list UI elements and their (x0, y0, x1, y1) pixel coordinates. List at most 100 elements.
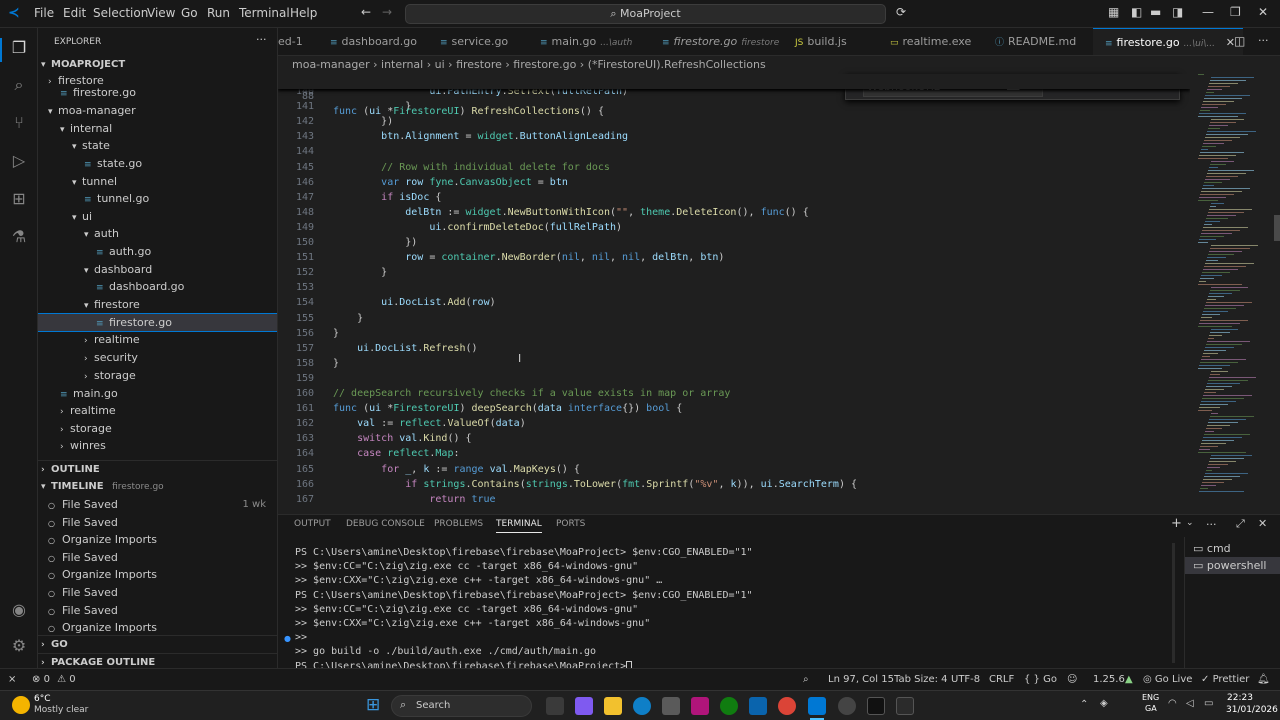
copilot-status-icon[interactable]: ☺ (1067, 669, 1077, 691)
code-line[interactable]: 160 // deepSearch recursively checks if a… (278, 386, 1190, 401)
editor-tab[interactable]: ≡ firestore.go ...\ui\... ✕ (1093, 28, 1243, 55)
code-line[interactable]: 152 } (278, 265, 1190, 280)
menu-run[interactable]: Run (207, 6, 230, 20)
volume-icon[interactable]: ◁ (1186, 698, 1194, 709)
tree-folder[interactable]: › realtime (38, 331, 277, 348)
tab-size[interactable]: Tab Size: 4 (894, 669, 948, 691)
code-line[interactable]: 161 func (ui *FirestoreUI) deepSearch(dat… (278, 401, 1190, 416)
clock-date[interactable]: 31/01/2026 (1226, 705, 1278, 715)
tree-file[interactable]: ≡ firestore.go (38, 84, 277, 101)
go-live[interactable]: ◎ Go Live (1143, 669, 1192, 691)
timeline-entry[interactable]: ○ File Saved (38, 602, 277, 619)
panel-tab-terminal[interactable]: TERMINAL (496, 519, 542, 533)
tree-file[interactable]: ≡ main.go (38, 385, 277, 402)
tree-file[interactable]: ≡ dashboard.go (38, 278, 277, 295)
search-icon[interactable]: ⌕ (9, 75, 29, 95)
copilot-app-icon[interactable] (575, 697, 593, 715)
settings-gear-icon[interactable]: ⚙ (9, 636, 29, 656)
zoom-icon[interactable]: ⌕ (803, 669, 809, 691)
chevron-down-icon[interactable]: ⌄ (1186, 518, 1194, 528)
problems-indicator[interactable]: ⊗ 0 ⚠ 0 (32, 669, 76, 691)
tree-folder[interactable]: ▾ state (38, 137, 277, 154)
timeline-entry[interactable]: ○ File Saved (38, 584, 277, 601)
code-line[interactable]: 165 for _, k := range val.MapKeys() { (278, 462, 1190, 477)
code-line[interactable]: 155 } (278, 311, 1190, 326)
tree-folder[interactable]: ▾ firestore (38, 296, 277, 313)
tree-folder[interactable]: ▾ tunnel (38, 173, 277, 190)
clock-time[interactable]: 22:23 (1227, 693, 1253, 703)
menu-selection[interactable]: Selection (93, 6, 148, 20)
timeline-section[interactable]: ▾ TIMELINE firestore.go (38, 478, 277, 496)
tree-folder[interactable]: › realtime (38, 402, 277, 419)
menu-help[interactable]: Help (290, 6, 317, 20)
timeline-entry[interactable]: ○ Organize Imports (38, 619, 277, 636)
more-actions-icon[interactable]: ··· (256, 33, 267, 46)
tree-file[interactable]: ≡ tunnel.go (38, 190, 277, 207)
copilot-icon[interactable]: ⟳ (896, 5, 906, 19)
terminal-more-icon[interactable]: ··· (1206, 518, 1217, 531)
go-section[interactable]: › GO (38, 635, 277, 653)
code-line[interactable]: 147 if isDoc { (278, 190, 1190, 205)
editor-tab[interactable]: ≡ firestore.go firestore (650, 28, 783, 55)
edge-icon[interactable] (633, 697, 651, 715)
breadcrumb-item[interactable]: (*FirestoreUI).RefreshCollections (588, 58, 766, 71)
code-line[interactable]: 146 var row fyne.CanvasObject = btn (278, 175, 1190, 190)
toggle-sidebar-icon[interactable]: ◧ (1131, 5, 1142, 19)
menu-go[interactable]: Go (181, 6, 198, 20)
terminal[interactable]: PS C:\Users\amine\Desktop\firebase\fireb… (278, 543, 1178, 673)
taskbar-search[interactable]: ⌕ Search (391, 695, 532, 717)
store-icon[interactable] (662, 697, 680, 715)
editor-scrollbar[interactable] (1274, 215, 1280, 241)
run-debug-icon[interactable]: ▷ (9, 151, 29, 171)
source-control-icon[interactable]: ⑂ (9, 113, 29, 133)
terminal-tab-powershell[interactable]: ▭ powershell (1185, 557, 1280, 574)
menu-view[interactable]: View (147, 6, 175, 20)
tree-folder[interactable]: ▾ moa-manager (38, 102, 277, 119)
code-line[interactable]: 164 case reflect.Map: (278, 446, 1190, 461)
close-window-icon[interactable]: ✕ (1258, 5, 1268, 19)
breadcrumb-item[interactable]: internal (381, 58, 423, 71)
menu-terminal[interactable]: Terminal (239, 6, 290, 20)
panel-tab-problems[interactable]: PROBLEMS (434, 519, 483, 529)
go-version[interactable]: 1.25.6 (1093, 669, 1125, 691)
breadcrumb-item[interactable]: firestore.go (513, 58, 576, 71)
timeline-entry[interactable]: ○ File Saved (38, 514, 277, 531)
tray-app-icon[interactable]: ◈ (1100, 698, 1108, 709)
task-view-icon[interactable] (546, 697, 564, 715)
editor-tab[interactable]: JS build.js (783, 28, 878, 55)
tray-chevron-icon[interactable]: ⌃ (1080, 699, 1088, 710)
editor-tab[interactable]: ≡ main.go ...\auth (528, 28, 650, 55)
app-icon[interactable] (691, 697, 709, 715)
battery-icon[interactable]: ▭ (1204, 698, 1213, 709)
notifications-icon[interactable]: 🔔︎ (1257, 669, 1270, 691)
input-language[interactable]: ENG (1142, 693, 1159, 702)
code-line[interactable]: 145 // Row with individual delete for do… (278, 160, 1190, 175)
timeline-entry[interactable]: ○ File Saved 1 wk (38, 496, 277, 513)
explorer-icon[interactable]: ❐ (9, 38, 29, 58)
wifi-icon[interactable]: ◠ (1168, 698, 1177, 709)
account-icon[interactable]: ◉ (9, 600, 29, 620)
window-app-icon[interactable] (896, 697, 914, 715)
code-line[interactable]: 166 if strings.Contains(strings.ToLower(… (278, 477, 1190, 492)
forward-arrow-icon[interactable]: → (382, 5, 392, 19)
maximize-panel-icon[interactable]: ⤢ (1236, 517, 1245, 531)
menu-file[interactable]: File (34, 6, 54, 20)
timeline-entry[interactable]: ○ Organize Imports (38, 531, 277, 548)
maximize-icon[interactable]: ❐ (1230, 5, 1241, 19)
code-line[interactable]: 144 (278, 144, 1190, 159)
go-warning-icon[interactable]: ▲ (1125, 669, 1133, 691)
tree-folder[interactable]: › storage (38, 367, 277, 384)
terminal-tab-cmd[interactable]: ▭ cmd (1185, 540, 1280, 557)
code-line[interactable]: 143 btn.Alignment = widget.ButtonAlignLe… (278, 129, 1190, 144)
language-mode[interactable]: { } Go (1024, 669, 1057, 691)
code-line[interactable]: 163 switch val.Kind() { (278, 431, 1190, 446)
menu-edit[interactable]: Edit (63, 6, 86, 20)
code-line[interactable]: 150 }) (278, 235, 1190, 250)
toggle-panel-icon[interactable]: ▬ (1150, 5, 1161, 19)
mail-icon[interactable] (749, 697, 767, 715)
editor-tab[interactable]: ed-1 (278, 28, 318, 55)
code-line[interactable]: 154 ui.DocList.Add(row) (278, 295, 1190, 310)
code-line[interactable]: 148 delBtn := widget.NewButtonWithIcon("… (278, 205, 1190, 220)
windows-start-icon[interactable]: ⊞ (366, 696, 380, 714)
new-terminal-icon[interactable]: + (1171, 516, 1182, 531)
